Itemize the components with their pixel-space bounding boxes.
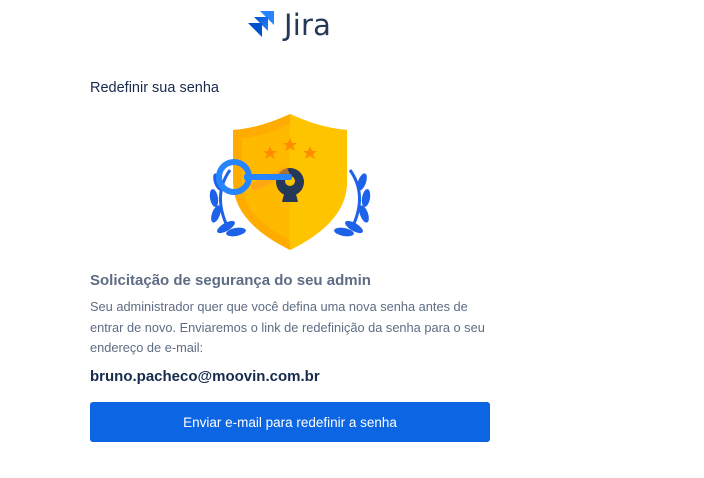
- shield-key-icon: [209, 114, 371, 250]
- jira-logo: Jira: [246, 9, 331, 41]
- security-request-description: Seu administrador quer que você defina u…: [90, 299, 485, 355]
- send-reset-email-button[interactable]: Enviar e-mail para redefinir a senha: [90, 402, 490, 442]
- brand-name: Jira: [284, 8, 332, 42]
- user-email: bruno.pacheco@moovin.com.br: [90, 368, 320, 385]
- page-title: Redefinir sua senha: [90, 80, 219, 96]
- jira-logo-icon: [248, 11, 274, 37]
- security-request-heading: Solicitação de segurança do seu admin: [90, 272, 371, 289]
